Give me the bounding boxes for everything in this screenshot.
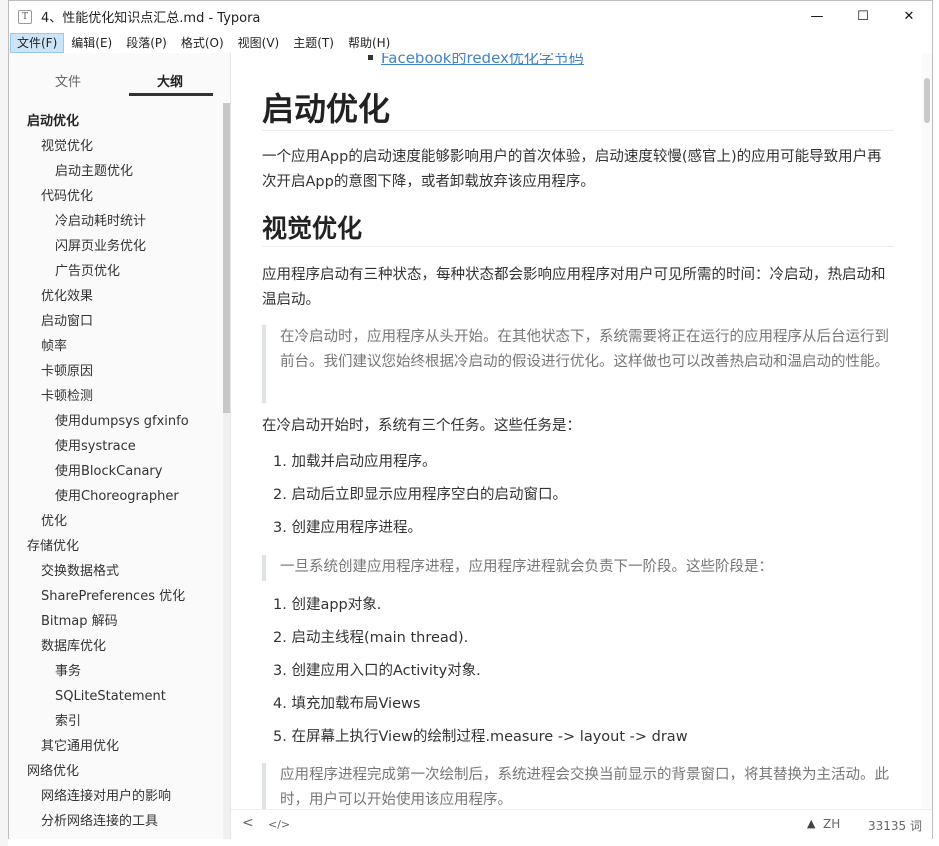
outline-item[interactable]: 启动窗口 [9, 313, 223, 338]
outline-item[interactable]: 事务 [9, 663, 223, 688]
list-item[interactable]: 3. 创建应用入口的Activity对象. [262, 659, 894, 692]
menu-theme[interactable]: 主题(T) [286, 33, 341, 53]
outline-item[interactable]: 视觉优化 [9, 138, 223, 163]
outline-item[interactable]: 使用systrace [9, 438, 223, 463]
stage-list: 1. 创建app对象. 2. 启动主线程(main thread). 3. 创建… [262, 593, 894, 758]
list-item[interactable]: 4. 填充加载布局Views [262, 692, 894, 725]
outline-item[interactable]: 优化效果 [9, 288, 223, 313]
outline-item[interactable]: 其它通用优化 [9, 738, 223, 763]
cold-start-tasks-paragraph[interactable]: 在冷启动开始时，系统有三个任务。这些任务是： [262, 414, 894, 439]
outline-item[interactable]: 使用dumpsys gfxinfo [9, 413, 223, 438]
heading-visual-optimization[interactable]: 视觉优化 [262, 213, 894, 247]
outline-item[interactable]: 帧率 [9, 338, 223, 363]
list-item[interactable]: 1. 加载并启动应用程序。 [262, 450, 894, 483]
outline-item[interactable]: 卡顿原因 [9, 363, 223, 388]
blockquote-cold-start[interactable]: 在冷启动时，应用程序从头开始。在其他状态下，系统需要将正在运行的应用程序从后台运… [262, 325, 894, 403]
list-item[interactable]: 3. 创建应用程序进程。 [262, 516, 894, 549]
editor-scrollbar[interactable] [922, 53, 932, 809]
editor-area[interactable]: Facebook的redex优化字节码 启动优化 一个应用App的启动速度能够影… [231, 53, 922, 809]
menu-edit[interactable]: 编辑(E) [64, 33, 119, 53]
blockquote-first-draw[interactable]: 应用程序进程完成第一次绘制后，系统进程会交换当前显示的背景窗口，将其替换为主活动… [262, 763, 894, 809]
close-button[interactable]: ✕ [886, 1, 932, 32]
outline-item[interactable]: 网络优化 [9, 763, 223, 788]
sidebar-scrollbar[interactable] [223, 103, 230, 839]
menu-paragraph[interactable]: 段落(P) [119, 33, 174, 53]
editor-scrollbar-thumb[interactable] [924, 78, 930, 123]
outline-item[interactable]: SQLiteStatement [9, 688, 223, 713]
background-window-edge [0, 0, 8, 846]
blockquote-process-stages[interactable]: 一旦系统创建应用程序进程，应用程序进程就会负责下一阶段。这些阶段是： [262, 555, 894, 581]
outline-item[interactable]: 广告页优化 [9, 263, 223, 288]
outline-item[interactable]: 数据库优化 [9, 638, 223, 663]
menu-help[interactable]: 帮助(H) [341, 33, 397, 53]
outline-item[interactable]: 启动优化 [9, 113, 223, 138]
toggle-sidebar-icon[interactable]: < [242, 815, 254, 831]
close-icon: ✕ [903, 9, 915, 24]
sidebar-scrollbar-thumb[interactable] [223, 103, 230, 413]
heading-startup-optimization[interactable]: 启动优化 [262, 89, 894, 131]
typora-window: T 4、性能优化知识点汇总.md - Typora — ☐ ✕ 文件(F) 编辑… [8, 0, 933, 839]
minimize-button[interactable]: — [794, 1, 840, 32]
outline-item[interactable]: 卡顿检测 [9, 388, 223, 413]
outline-list: 启动优化 视觉优化 启动主题优化 代码优化 冷启动耗时统计 闪屏页业务优化 广告页优化 优化效… [9, 113, 223, 838]
outline-item[interactable]: Bitmap 解码 [9, 613, 223, 638]
menu-view[interactable]: 视图(V) [231, 33, 287, 53]
task-list: 1. 加载并启动应用程序。 2. 启动后立即显示应用程序空白的启动窗口。 3. … [262, 450, 894, 549]
outline-item[interactable]: 闪屏页业务优化 [9, 238, 223, 263]
tab-outline[interactable]: 大纲 [157, 71, 183, 90]
window-title: 4、性能优化知识点汇总.md - Typora [41, 11, 261, 26]
outline-item[interactable]: 交换数据格式 [9, 563, 223, 588]
list-item[interactable]: 2. 启动后立即显示应用程序空白的启动窗口。 [262, 483, 894, 516]
outline-item[interactable]: 使用Choreographer [9, 488, 223, 513]
title-bar[interactable]: T 4、性能优化知识点汇总.md - Typora — ☐ ✕ [9, 1, 932, 32]
list-item[interactable]: 2. 启动主线程(main thread). [262, 626, 894, 659]
startup-states-paragraph[interactable]: 应用程序启动有三种状态，每种状态都会影响应用程序对用户可见所需的时间：冷启动，热… [262, 263, 894, 313]
outline-item[interactable]: 分析网络连接的工具 [9, 813, 223, 838]
intro-paragraph[interactable]: 一个应用App的启动速度能够影响用户的首次体验，启动速度较慢(感官上)的应用可能… [262, 145, 894, 195]
outline-item[interactable]: 冷启动耗时统计 [9, 213, 223, 238]
square-bullet-icon [368, 55, 373, 60]
maximize-icon: ☐ [857, 9, 869, 24]
typora-app-icon: T [18, 9, 32, 24]
status-bar: < </> ▲ ZH 33135 词 [231, 809, 932, 839]
outline-item[interactable]: 网络连接对用户的影响 [9, 788, 223, 813]
outline-item[interactable]: 存储优化 [9, 538, 223, 563]
source-mode-icon[interactable]: </> [268, 818, 290, 831]
sidebar: 文件 大纲 启动优化 视觉优化 启动主题优化 代码优化 冷启动耗时统计 闪屏页业务优化 广告… [9, 53, 231, 839]
language-indicator[interactable]: ZH [823, 817, 840, 831]
minimize-icon: — [810, 9, 824, 24]
menu-format[interactable]: 格式(O) [174, 33, 231, 53]
outline-item[interactable]: 优化 [9, 513, 223, 538]
word-count[interactable]: 33135 词 [868, 817, 922, 834]
menu-bar: 文件(F) 编辑(E) 段落(P) 格式(O) 视图(V) 主题(T) 帮助(H… [9, 32, 932, 53]
tab-files[interactable]: 文件 [55, 71, 81, 90]
outline-item[interactable]: SharePreferences 优化 [9, 588, 223, 613]
redex-link[interactable]: Facebook的redex优化字节码 [381, 53, 584, 67]
outline-item[interactable]: 索引 [9, 713, 223, 738]
outline-item[interactable]: 启动主题优化 [9, 163, 223, 188]
maximize-button[interactable]: ☐ [840, 1, 886, 32]
sidebar-tabs: 文件 大纲 [9, 53, 230, 103]
list-item[interactable]: 1. 创建app对象. [262, 593, 894, 626]
doc-link-line: Facebook的redex优化字节码 [262, 53, 894, 68]
active-tab-indicator [129, 93, 213, 96]
outline-item[interactable]: 代码优化 [9, 188, 223, 213]
warning-icon[interactable]: ▲ [807, 817, 815, 830]
list-item[interactable]: 5. 在屏幕上执行View的绘制过程.measure -> layout -> … [262, 725, 894, 758]
menu-file[interactable]: 文件(F) [10, 32, 65, 53]
outline-item[interactable]: 使用BlockCanary [9, 463, 223, 488]
